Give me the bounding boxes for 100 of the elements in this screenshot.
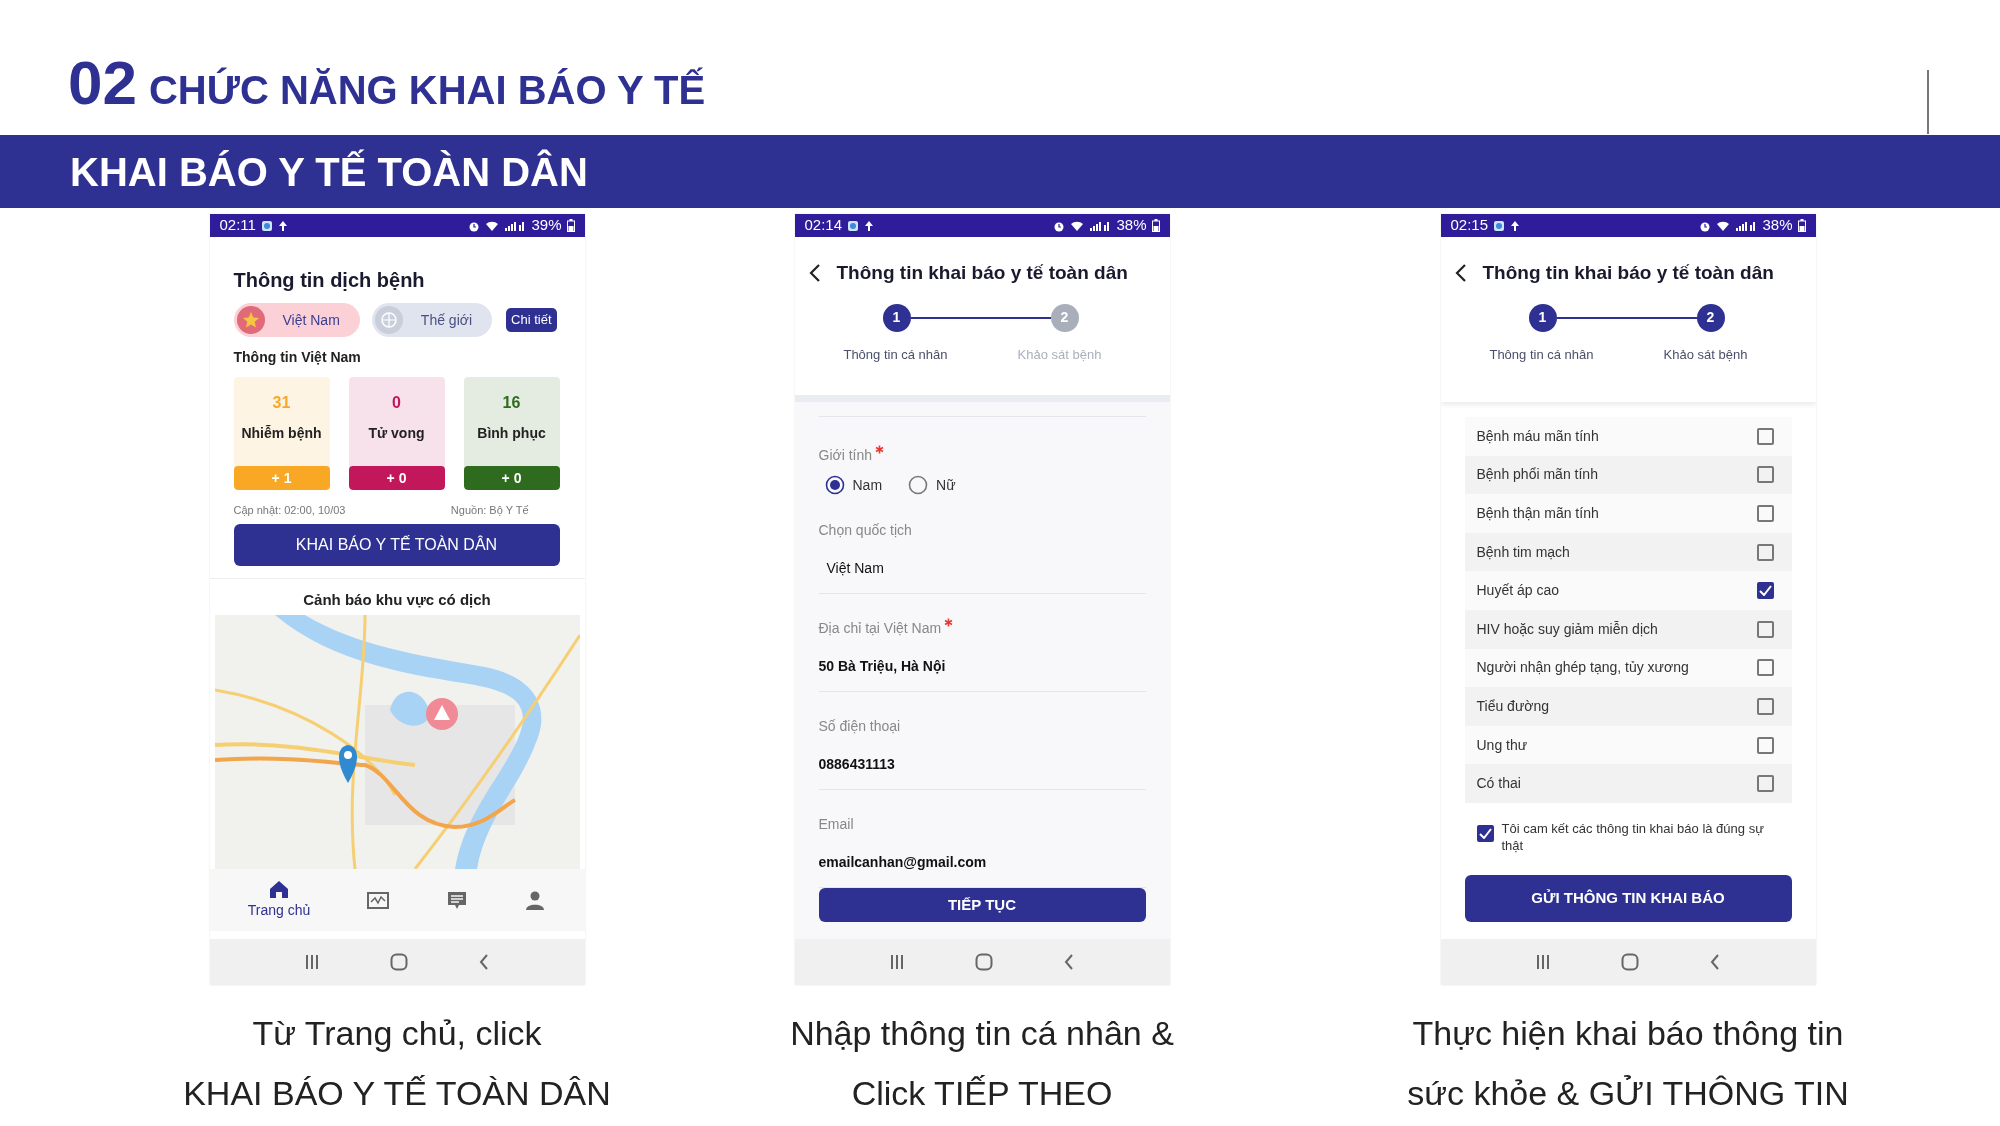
signal-icon <box>504 219 527 232</box>
input-field[interactable]: emailcanhan@gmail.com <box>818 851 1146 888</box>
step-circle: 1 <box>882 303 911 332</box>
battery-level: 39% <box>531 215 562 236</box>
screen-title: Thông tin khai báo y tế toàn dân <box>836 261 1128 285</box>
condition-row[interactable]: Người nhận ghép tạng, tủy xương <box>1464 648 1792 688</box>
battery-icon <box>1797 219 1806 232</box>
home-icon[interactable] <box>975 953 993 971</box>
stat-change: + 0 <box>348 466 445 490</box>
step-circle: 2 <box>1696 303 1725 332</box>
field-label: Địa chỉ tại Việt Nam <box>818 619 942 636</box>
wifi-icon <box>1716 219 1731 232</box>
stat-label: Bình phục <box>477 424 546 443</box>
stat-value: 16 <box>502 393 521 413</box>
step-circle: 1 <box>1528 303 1557 332</box>
input-field[interactable]: 50 Bà Triệu, Hà Nội <box>818 655 1146 692</box>
wifi-icon <box>485 219 500 232</box>
field-label: Số điện thoại <box>818 717 901 734</box>
nav-tab[interactable] <box>445 889 468 911</box>
region-tab[interactable]: Việt Nam <box>233 303 360 337</box>
condition-row[interactable]: Tiểu đường <box>1464 687 1792 726</box>
checkbox[interactable] <box>1756 427 1774 445</box>
check-icon <box>1478 827 1492 839</box>
condition-row[interactable]: Bệnh phổi mãn tính <box>1464 455 1792 495</box>
battery-icon <box>1151 219 1160 232</box>
stat-label: Tử vong <box>368 424 425 443</box>
radio-option[interactable]: Nữ <box>908 474 956 496</box>
step-label: Thông tin cá nhân <box>1489 346 1594 362</box>
stat-value: 0 <box>392 393 401 413</box>
back-icon[interactable] <box>1454 263 1467 284</box>
stat-value: 31 <box>272 393 291 413</box>
nav-tab[interactable] <box>524 889 547 911</box>
field-label: Giới tính <box>818 446 873 463</box>
battery-level: 38% <box>1116 215 1147 236</box>
checkbox[interactable] <box>1756 775 1774 793</box>
app-icon <box>847 219 860 232</box>
checkbox[interactable] <box>1476 824 1494 842</box>
caption-line: Click TIẾP THEO <box>850 1073 1114 1114</box>
checkbox[interactable] <box>1756 697 1774 715</box>
field-label: Email <box>818 815 854 832</box>
radio-option[interactable]: Nam <box>824 474 883 496</box>
condition-row[interactable]: Bệnh tim mạch <box>1464 532 1792 572</box>
condition-row[interactable]: HIV hoặc suy giảm miễn dịch <box>1464 609 1792 649</box>
chat-icon <box>445 889 468 911</box>
condition-row[interactable]: Có thai <box>1464 764 1792 803</box>
declare-button[interactable]: KHAI BÁO Y TẾ TOÀN DÂN <box>233 523 560 566</box>
slide-heading: CHỨC NĂNG KHAI BÁO Y TẾ <box>148 68 706 112</box>
recent-apps-icon[interactable] <box>890 954 904 970</box>
region-tab[interactable]: Thế giới <box>371 303 493 337</box>
screen-title: Thông tin khai báo y tế toàn dân <box>1482 261 1774 285</box>
caption-line: Từ Trang chủ, click <box>251 1013 543 1054</box>
input-field[interactable]: Việt Nam <box>818 557 1146 594</box>
details-button[interactable]: Chi tiết <box>506 308 557 332</box>
step-label: Khảo sát bệnh <box>1017 346 1102 362</box>
status-time: 02:14 <box>804 215 843 236</box>
continue-button[interactable]: TIẾP TỤC <box>818 887 1146 922</box>
data-source: Nguồn: Bộ Y Tế <box>450 503 529 518</box>
battery-icon <box>566 219 575 232</box>
stat-label: Nhiễm bệnh <box>241 424 322 443</box>
nav-tab[interactable]: Trang chủ <box>247 879 311 921</box>
checkbox[interactable] <box>1756 543 1774 561</box>
caption-line: KHAI BÁO Y TẾ TOÀN DÂN <box>183 1073 611 1114</box>
checkbox[interactable] <box>1756 659 1774 677</box>
caption-line: Thực hiện khai báo thông tin <box>1411 1013 1845 1054</box>
step-circle: 2 <box>1050 303 1079 332</box>
checkbox[interactable] <box>1756 736 1774 754</box>
back-icon[interactable] <box>808 263 821 284</box>
checkbox[interactable] <box>1756 620 1774 638</box>
caption-line: sức khỏe & GỬI THÔNG TIN <box>1407 1073 1849 1114</box>
user-icon <box>524 889 547 911</box>
update-time: Cập nhật: 02:00, 10/03 <box>233 503 346 518</box>
radio-button[interactable] <box>824 475 845 496</box>
condition-row[interactable]: Bệnh thận mãn tính <box>1464 494 1792 533</box>
commitment-text: Tôi cam kết các thông tin khai báo là đúng sự thật <box>1501 820 1765 855</box>
signal-icon <box>1089 219 1112 232</box>
app-icon <box>1493 219 1506 232</box>
globe-icon <box>374 306 403 334</box>
checkbox[interactable] <box>1756 466 1774 484</box>
step-label: Thông tin cá nhân <box>843 346 948 362</box>
home-icon[interactable] <box>1621 953 1639 971</box>
checkbox[interactable] <box>1756 505 1774 522</box>
banner-title: KHAI BÁO Y TẾ TOÀN DÂN <box>70 148 588 196</box>
recent-apps-icon[interactable] <box>1536 954 1550 970</box>
radio-button[interactable] <box>908 475 929 496</box>
signal-icon <box>1735 219 1758 232</box>
submit-button[interactable]: GỬI THÔNG TIN KHAI BÁO <box>1464 875 1792 922</box>
condition-row[interactable]: Huyết áp cao <box>1464 571 1792 610</box>
checkbox[interactable] <box>1756 582 1774 600</box>
condition-row[interactable]: Bệnh máu mãn tính <box>1464 417 1792 456</box>
chart-icon <box>366 889 389 911</box>
input-field[interactable]: 0886431113 <box>818 753 1146 790</box>
nav-tab[interactable] <box>366 889 389 911</box>
home-icon[interactable] <box>390 953 408 971</box>
step-label: Khảo sát bệnh <box>1663 346 1748 362</box>
recent-apps-icon[interactable] <box>305 954 319 970</box>
condition-row[interactable]: Ung thư <box>1464 725 1792 765</box>
status-time: 02:11 <box>219 215 256 236</box>
slide-number: 02 <box>68 48 137 117</box>
check-icon <box>1758 585 1772 597</box>
status-time: 02:15 <box>1450 215 1489 236</box>
